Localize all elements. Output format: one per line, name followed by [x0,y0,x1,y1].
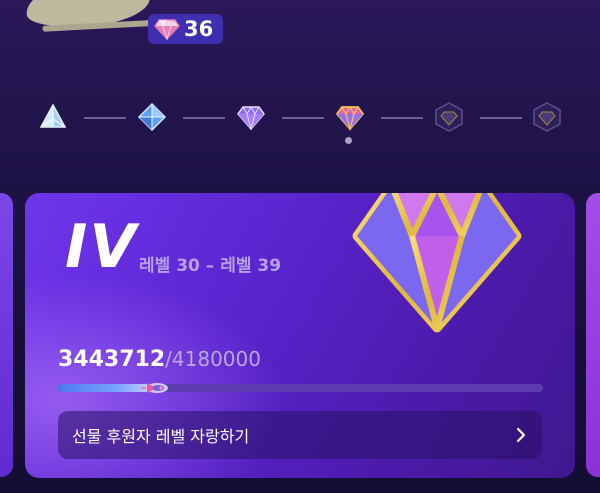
share-level-button[interactable]: 선물 후원자 레벨 자랑하기 [58,411,542,459]
large-diamond-icon [352,193,522,333]
tier-2-button[interactable] [137,102,167,132]
tier-3-button[interactable] [236,102,266,132]
score-current: 3443712 [58,347,166,372]
next-tier-card[interactable] [586,193,600,477]
purple-gem-icon [237,105,265,131]
gem-balance-badge[interactable]: 36 [148,14,224,44]
score-total: /4180000 [165,347,261,371]
tier-card: IV 레벨 30 – 레벨 39 3443712/4180000 선물 후원자 … [25,193,575,478]
tier-connector [183,117,225,119]
tier-5-button[interactable] [434,102,464,132]
share-level-label: 선물 후원자 레벨 자랑하기 [72,427,250,446]
tier-connector [282,117,324,119]
current-tier-indicator [345,137,352,144]
tier-1-button[interactable] [38,102,68,132]
hexagon-gem-icon [533,102,561,132]
level-range: 레벨 30 – 레벨 39 [139,256,282,276]
decorative-blob [24,0,152,33]
triangle-gem-icon [39,103,67,128]
previous-tier-card[interactable] [0,193,13,477]
level-progress-bar [58,383,543,393]
score-readout: 3443712/4180000 [58,347,261,372]
diamond-crystal-icon [137,102,167,132]
tier-4-button[interactable] [335,102,365,132]
rocket-icon [141,383,169,393]
tier-connector [480,117,522,119]
tier-numeral: IV [65,212,138,282]
chevron-right-icon [516,427,526,443]
tier-progress-track [0,96,600,156]
diamond-gem-icon [154,19,180,41]
tier-connector [381,117,423,119]
hexagon-gem-icon [435,102,463,132]
gem-count: 36 [184,17,214,41]
tier-6-button[interactable] [532,102,562,132]
tier-connector [84,117,126,119]
pink-gem-icon [335,105,365,132]
